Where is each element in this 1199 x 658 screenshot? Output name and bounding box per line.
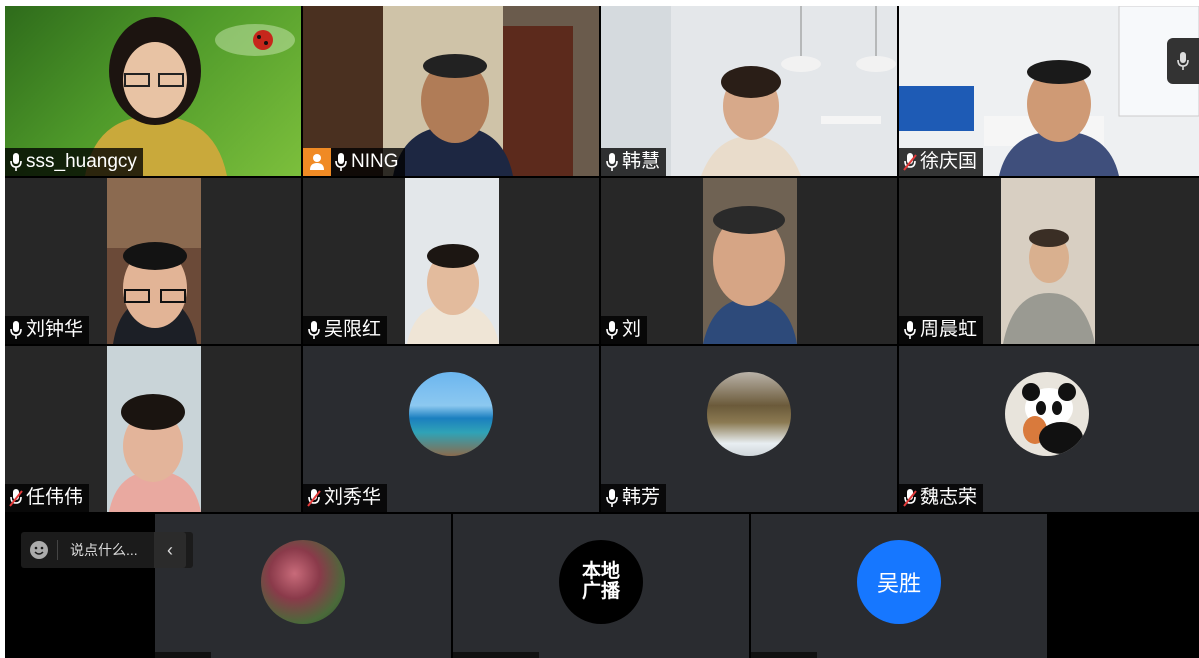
video-tile-sss-huangcy[interactable]: sss_huangcy [5, 6, 301, 176]
video-tile-zhouchenhong[interactable]: 周晨虹 [899, 178, 1199, 344]
microphone-muted-icon [903, 489, 917, 507]
microphone-icon [1177, 52, 1189, 70]
collapse-chat-button[interactable]: ‹ [154, 532, 186, 568]
avatar [707, 372, 791, 456]
microphone-icon [10, 153, 22, 171]
microphone-icon [606, 321, 618, 339]
participant-label-partial [453, 652, 539, 658]
video-tile-liu[interactable]: 刘 [601, 178, 897, 344]
participant-name: 任伟伟 [26, 487, 84, 508]
participant-name: sss_huangcy [26, 151, 137, 172]
microphone-icon [606, 489, 618, 507]
emoji-icon[interactable] [21, 540, 57, 560]
video-tile-ning[interactable]: NING [303, 6, 599, 176]
chat-input-bar[interactable]: 说点什么... ‹ [21, 532, 193, 568]
microphone-icon [606, 153, 618, 171]
participant-name: 刘 [622, 319, 642, 340]
participant-label: 任伟伟 [5, 484, 90, 512]
video-tile-wuxianhong[interactable]: 吴限红 [303, 178, 599, 344]
microphone-icon [308, 321, 320, 339]
person-icon [310, 154, 324, 170]
participant-name: 刘秀华 [324, 487, 382, 508]
microphone-icon [10, 321, 22, 339]
panda-image [1022, 383, 1083, 454]
participant-label-partial [155, 652, 211, 658]
participant-label: sss_huangcy [5, 148, 143, 176]
microphone-muted-icon [903, 153, 917, 171]
microphone-icon [335, 153, 347, 171]
microphone-muted-icon [307, 489, 321, 507]
mic-toggle-button[interactable] [1167, 38, 1199, 84]
participant-label: 刘秀华 [303, 484, 388, 512]
video-tile-renweiwei[interactable]: 任伟伟 [5, 346, 301, 512]
avatar-tile-hanfang[interactable]: 韩芳 [601, 346, 897, 512]
participant-name: 周晨虹 [920, 319, 978, 340]
avatar [1005, 372, 1089, 456]
broadcast-avatar: 本地 广播 [559, 540, 643, 624]
participant-label: 周晨虹 [899, 316, 984, 344]
video-tile-xuqingguo[interactable]: 徐庆国 [899, 6, 1199, 176]
video-tile-hanhui[interactable]: 韩慧 [601, 6, 897, 176]
avatar-tile-liuxiuhua[interactable]: 刘秀华 [303, 346, 599, 512]
avatar [409, 372, 493, 456]
avatar-tile-broadcast[interactable]: 本地 广播 [453, 514, 749, 658]
participant-label: 吴限红 [303, 316, 388, 344]
participant-name: 韩芳 [622, 487, 661, 508]
participant-label: 徐庆国 [899, 148, 984, 176]
participant-label-partial [751, 652, 817, 658]
participant-name: 魏志荣 [920, 487, 978, 508]
initial-avatar: 吴胜 [857, 540, 941, 624]
participant-label: 韩慧 [601, 148, 667, 176]
participant-label: NING [303, 148, 405, 176]
participant-label: 魏志荣 [899, 484, 984, 512]
avatar-tile-wusheng[interactable]: 吴胜 [751, 514, 1047, 658]
participant-name: 吴限红 [324, 319, 382, 340]
participant-name: 韩慧 [622, 151, 661, 172]
avatar [261, 540, 345, 624]
participant-label: 韩芳 [601, 484, 667, 512]
avatar-tile-flowers[interactable] [155, 514, 451, 658]
participant-name: 刘钟华 [26, 319, 84, 340]
participant-name: NING [351, 151, 399, 172]
participant-label: 刘 [601, 316, 648, 344]
participant-name: 徐庆国 [920, 151, 978, 172]
chevron-left-icon: ‹ [167, 539, 173, 560]
chat-placeholder[interactable]: 说点什么... [58, 540, 154, 560]
microphone-icon [904, 321, 916, 339]
initial-avatar-text: 吴胜 [876, 571, 921, 596]
host-badge [303, 148, 331, 176]
video-tile-liuzhonghua[interactable]: 刘钟华 [5, 178, 301, 344]
avatar-tile-weizhirong[interactable]: 魏志荣 [899, 346, 1199, 512]
meeting-gallery: sss_huangcy NING 韩慧 徐庆国 刘钟华 吴限红 刘 周晨虹 任伟… [5, 6, 1199, 658]
participant-label: 刘钟华 [5, 316, 90, 344]
microphone-muted-icon [9, 489, 23, 507]
broadcast-avatar-text: 本地 广播 [581, 561, 620, 602]
